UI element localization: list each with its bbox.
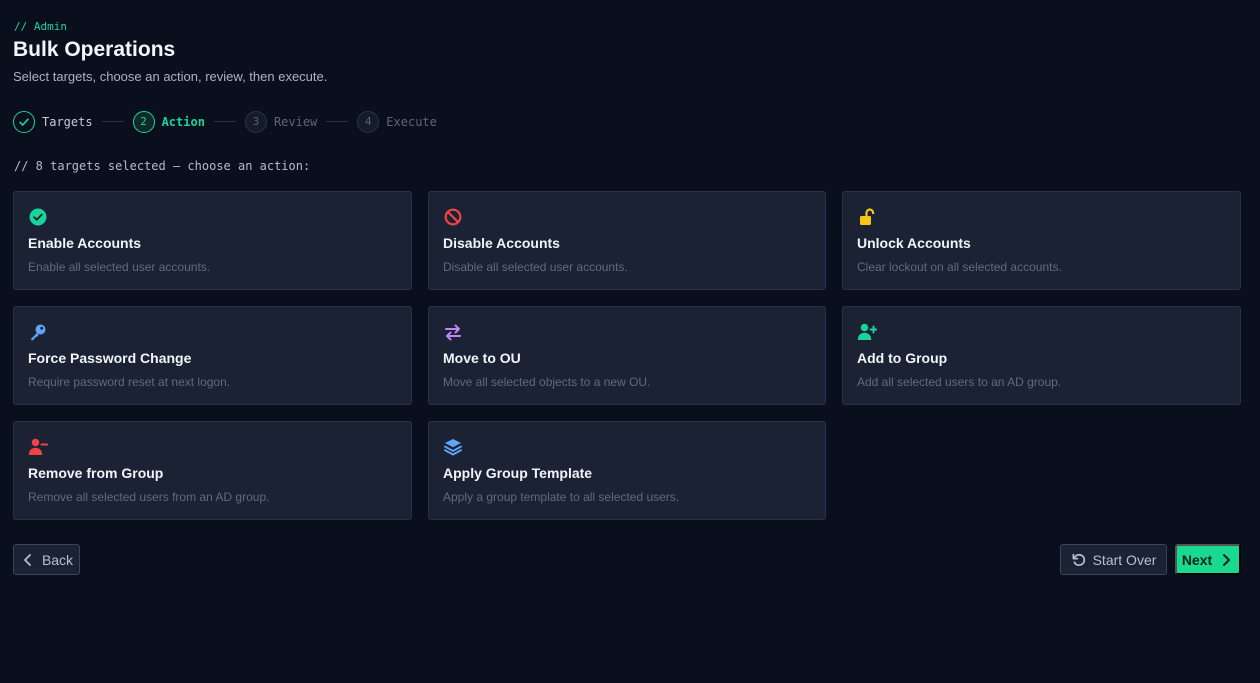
action-card-enable-accounts[interactable]: Enable Accounts Enable all selected user… <box>13 191 412 290</box>
action-card-add-to-group[interactable]: Add to Group Add all selected users to a… <box>842 306 1241 405</box>
step-label: Targets <box>42 114 93 129</box>
action-description: Clear lockout on all selected accounts. <box>857 260 1062 274</box>
key-icon <box>31 324 46 341</box>
next-button[interactable]: Next <box>1175 544 1241 575</box>
action-card-unlock-accounts[interactable]: Unlock Accounts Clear lockout on all sel… <box>842 191 1241 290</box>
action-title: Disable Accounts <box>443 235 560 251</box>
action-description: Move all selected objects to a new OU. <box>443 375 651 389</box>
action-description: Disable all selected user accounts. <box>443 260 628 274</box>
action-card-disable-accounts[interactable]: Disable Accounts Disable all selected us… <box>428 191 826 290</box>
step-number: 4 <box>357 110 380 133</box>
breadcrumb[interactable]: // Admin <box>14 20 67 33</box>
selection-hint: // 8 targets selected — choose an action… <box>14 159 311 173</box>
action-title: Enable Accounts <box>28 235 142 251</box>
unlock-icon <box>860 208 875 225</box>
action-grid: Enable Accounts Enable all selected user… <box>13 191 1241 520</box>
action-description: Enable all selected user accounts. <box>28 260 211 274</box>
page-subtitle: Select targets, choose an action, review… <box>13 69 328 84</box>
layers-icon <box>444 439 462 456</box>
bulk-operations-page: // Admin Bulk Operations Select targets,… <box>0 0 1260 683</box>
action-title: Remove from Group <box>28 465 164 481</box>
step-action[interactable]: 2 Action <box>132 110 205 133</box>
next-label: Next <box>1181 551 1213 568</box>
step-connector <box>101 121 124 122</box>
restart-icon <box>1072 553 1085 566</box>
action-title: Move to OU <box>443 350 521 366</box>
step-review: 3 Review <box>244 110 318 133</box>
step-connector <box>213 121 236 122</box>
action-title: Unlock Accounts <box>857 235 971 251</box>
action-title: Add to Group <box>857 350 948 366</box>
check-circle-icon <box>29 208 47 226</box>
step-number: 3 <box>244 110 267 133</box>
action-description: Add all selected users to an AD group. <box>857 375 1062 389</box>
action-description: Remove all selected users from an AD gro… <box>28 490 270 504</box>
user-plus-icon <box>857 323 877 340</box>
step-label: Review <box>273 114 318 129</box>
action-card-apply-group-template[interactable]: Apply Group Template Apply a group templ… <box>428 421 826 520</box>
back-label: Back <box>41 551 74 568</box>
action-description: Require password reset at next logon. <box>28 375 231 389</box>
start-over-label: Start Over <box>1092 551 1157 568</box>
chevron-right-icon <box>1223 553 1231 566</box>
step-label: Execute <box>386 114 437 129</box>
chevron-left-icon <box>24 553 31 566</box>
start-over-button[interactable]: Start Over <box>1060 544 1167 575</box>
arrows-swap-icon <box>445 324 461 341</box>
wizard-stepper: Targets 2 Action 3 Review 4 Execute <box>13 110 437 133</box>
page-title: Bulk Operations <box>13 38 176 61</box>
user-minus-icon <box>28 438 48 455</box>
ban-icon <box>444 208 462 226</box>
action-title: Force Password Change <box>28 350 192 366</box>
action-card-force-password-change[interactable]: Force Password Change Require password r… <box>13 306 412 405</box>
step-execute: 4 Execute <box>357 110 437 133</box>
action-card-move-to-ou[interactable]: Move to OU Move all selected objects to … <box>428 306 826 405</box>
check-icon <box>13 110 35 133</box>
action-description: Apply a group template to all selected u… <box>443 490 680 504</box>
step-number: 2 <box>132 110 155 133</box>
step-label: Action <box>161 114 205 129</box>
step-connector <box>326 121 349 122</box>
back-button[interactable]: Back <box>13 544 80 575</box>
step-targets[interactable]: Targets <box>13 110 93 133</box>
action-title: Apply Group Template <box>443 465 593 481</box>
action-card-remove-from-group[interactable]: Remove from Group Remove all selected us… <box>13 421 412 520</box>
